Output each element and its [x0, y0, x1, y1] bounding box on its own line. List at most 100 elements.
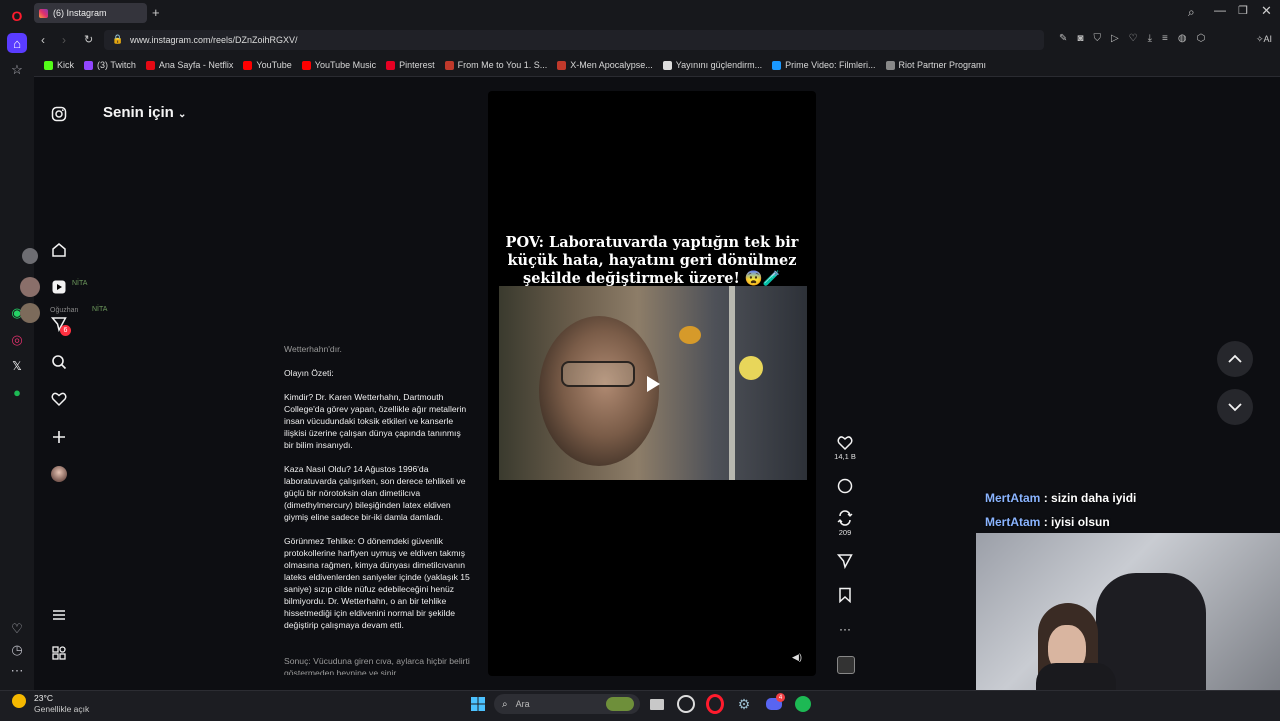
profile-icon[interactable]: ◍ — [1178, 33, 1187, 44]
notifications-nav-icon[interactable] — [49, 389, 69, 409]
discord-icon[interactable]: 4 — [764, 693, 785, 714]
create-nav-icon[interactable] — [49, 427, 69, 447]
bookmark-favicon-icon — [386, 60, 396, 70]
spotify-icon[interactable]: ● — [7, 382, 27, 402]
repost-button[interactable]: 209 — [834, 510, 856, 537]
audio-thumbnail[interactable] — [837, 656, 855, 674]
bookmark-item[interactable]: (3) Twitch — [84, 60, 136, 70]
windows-start-icon[interactable] — [468, 694, 488, 714]
close-button[interactable]: ✕ — [1261, 3, 1272, 19]
more-apps-nav-icon[interactable] — [49, 643, 69, 663]
menu-nav-icon[interactable] — [49, 605, 69, 625]
home-icon[interactable]: ⌂ — [7, 33, 27, 53]
bookmark-item[interactable]: YouTube — [243, 60, 292, 70]
download-icon[interactable]: ⤓ — [1148, 33, 1152, 44]
sound-toggle-icon[interactable]: ◀) — [790, 650, 804, 664]
opera-taskbar-icon[interactable] — [705, 694, 725, 714]
bookmark-label: Ana Sayfa - Netflix — [158, 60, 234, 70]
extensions-icon[interactable]: ⬡ — [1197, 33, 1206, 44]
save-button[interactable] — [834, 587, 856, 603]
like-button[interactable]: 14,1 B — [834, 435, 856, 461]
heart-icon[interactable]: ♡ — [7, 619, 27, 639]
bookmark-label: From Me to You 1. S... — [457, 60, 548, 70]
search-tabs-icon[interactable]: ⌕ — [1188, 5, 1195, 20]
chat-text: : sizin daha iyidi — [1043, 491, 1137, 505]
feed-title-text: Senin için — [103, 104, 174, 121]
chevron-up-icon — [1228, 354, 1242, 363]
weather-text: Genellikle açık — [34, 704, 90, 714]
reel-overlay-text: POV: Laboratuvarda yaptığın tek bir küçü… — [505, 234, 799, 287]
more-icon[interactable]: ⋯ — [7, 661, 27, 681]
previous-reel-button[interactable] — [1217, 341, 1253, 377]
url-field[interactable]: 🔒 www.instagram.com/reels/DZnZoihRGXV/ — [104, 30, 1044, 50]
reload-icon[interactable]: ↻ — [84, 33, 93, 46]
bookmark-favicon-icon — [145, 60, 155, 70]
forward-icon[interactable]: › — [62, 33, 66, 47]
history-icon[interactable]: ◷ — [7, 640, 27, 660]
camera-icon[interactable]: ◙ — [1077, 33, 1083, 44]
likes-count: 14,1 B — [834, 452, 856, 461]
search-placeholder: Ara — [515, 699, 530, 709]
tab-instagram[interactable]: (6) Instagram — [34, 3, 147, 23]
star-icon[interactable]: ☆ — [7, 60, 27, 80]
tab-title: (6) Instagram — [53, 8, 107, 18]
discord-badge: 4 — [776, 693, 785, 702]
bookmark-item[interactable]: Riot Partner Programı — [885, 60, 987, 70]
comment-button[interactable] — [834, 478, 856, 494]
taskbar-search[interactable]: ⌕ Ara — [494, 694, 640, 714]
caption-paragraph: Kaza Nasıl Oldu? 14 Ağustos 1996'da labo… — [284, 464, 466, 522]
menu-icon[interactable]: ≡ — [1162, 33, 1168, 44]
feed-title[interactable]: Senin için ⌄ — [103, 104, 186, 121]
share-button[interactable] — [834, 553, 856, 569]
spotify-taskbar-icon[interactable] — [793, 694, 813, 714]
ai-button[interactable]: ✧AI — [1256, 34, 1272, 45]
bookmark-label: X-Men Apocalypse... — [570, 60, 653, 70]
bookmarks-bar: Kick (3) Twitch Ana Sayfa - Netflix YouTube… — [34, 54, 1280, 77]
shield-icon[interactable]: ⛉ — [1093, 33, 1101, 44]
x-icon[interactable]: 𝕏 — [7, 356, 27, 376]
home-nav-icon[interactable] — [49, 240, 69, 260]
reels-nav-icon[interactable] — [49, 277, 69, 297]
bookmark-icon — [839, 587, 851, 603]
favorite-icon[interactable]: ♡ — [1129, 33, 1138, 44]
bookmark-item[interactable]: From Me to You 1. S... — [444, 60, 548, 70]
back-icon[interactable]: ‹ — [41, 33, 45, 47]
bookmark-item[interactable]: X-Men Apocalypse... — [557, 60, 653, 70]
instagram-icon[interactable]: ◎ — [7, 330, 27, 350]
search-nav-icon[interactable] — [49, 352, 69, 372]
play-icon[interactable]: ▷ — [1111, 33, 1119, 44]
restore-button[interactable]: ❐ — [1238, 4, 1248, 17]
bookmark-item[interactable]: Pinterest — [386, 60, 435, 70]
bookmark-item[interactable]: Ana Sayfa - Netflix — [145, 60, 234, 70]
app-icon[interactable] — [676, 694, 696, 714]
bookmark-item[interactable]: Yayınını güçlendirm... — [662, 60, 762, 70]
instagram-logo-icon[interactable] — [49, 104, 69, 124]
edit-icon[interactable]: ✎ — [1059, 33, 1067, 44]
bookmark-favicon-icon — [662, 60, 672, 70]
overlay-avatar — [20, 277, 40, 297]
bookmark-label: Riot Partner Programı — [898, 60, 987, 70]
play-button-icon[interactable] — [643, 374, 663, 394]
comment-icon — [837, 478, 853, 494]
file-explorer-icon[interactable] — [647, 694, 667, 714]
chevron-down-icon — [1228, 403, 1242, 412]
webcam-overlay — [976, 533, 1280, 690]
minimize-button[interactable]: — — [1214, 3, 1226, 17]
caption-summary-title: Olayın Özeti: — [284, 368, 334, 378]
new-tab-button[interactable]: + — [152, 5, 160, 20]
temperature: 23°C — [34, 693, 53, 703]
bookmark-item[interactable]: Kick — [44, 60, 74, 70]
bookmark-item[interactable]: Prime Video: Filmleri... — [772, 60, 876, 70]
next-reel-button[interactable] — [1217, 389, 1253, 425]
bookmark-favicon-icon — [772, 60, 782, 70]
weather-icon[interactable] — [12, 694, 26, 708]
bookmark-label: YouTube Music — [314, 60, 377, 70]
more-options-icon[interactable]: ··· — [834, 622, 856, 636]
bookmark-item[interactable]: YouTube Music — [301, 60, 377, 70]
profile-avatar[interactable] — [49, 464, 69, 484]
opera-logo-icon[interactable]: O — [7, 6, 27, 26]
share-icon — [837, 554, 853, 569]
settings-taskbar-icon[interactable]: ⚙ — [734, 694, 754, 714]
caption-head: Wetterhahn'dır. — [284, 344, 342, 354]
chat-user: MertAtam — [985, 515, 1041, 529]
